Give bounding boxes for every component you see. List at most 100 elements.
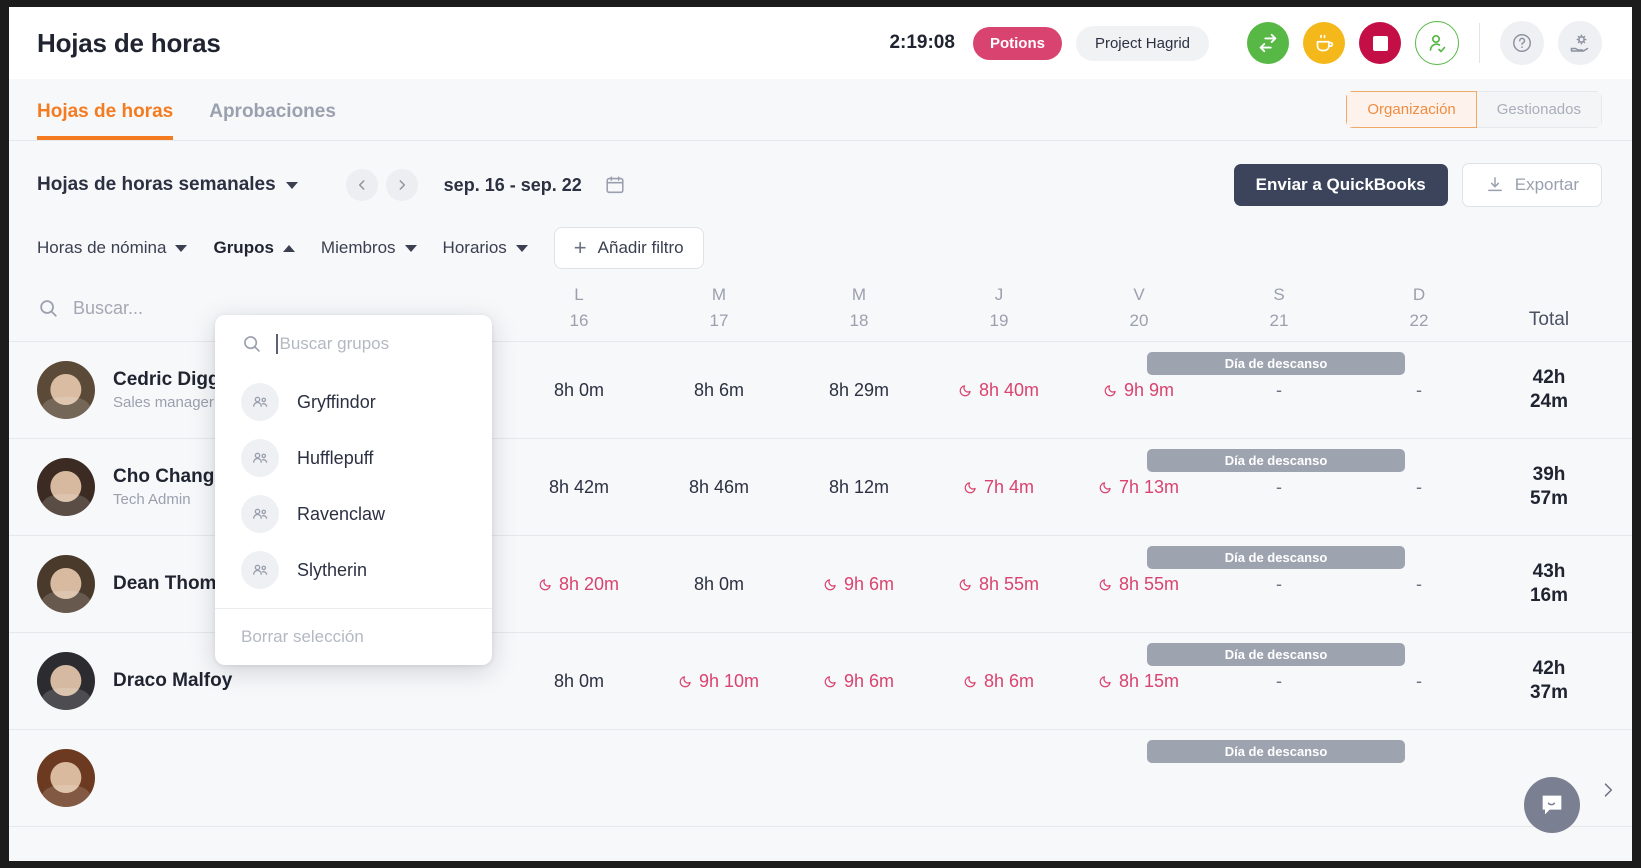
day-cell[interactable]: 8h 20m [509, 574, 649, 595]
overtime-moon-icon [1104, 385, 1116, 397]
day-name: M [711, 285, 727, 304]
hours-value: 8h 0m [553, 379, 605, 400]
day-cell[interactable]: 8h 6m [649, 380, 789, 401]
view-selector[interactable]: Hojas de horas semanales [37, 174, 298, 196]
day-cell[interactable]: 8h 12m [789, 477, 929, 498]
group-option-ravenclaw[interactable]: Ravenclaw [215, 486, 492, 542]
filter-horarios[interactable]: Horarios [443, 238, 528, 258]
day-cell[interactable]: 9h 10m [649, 671, 789, 692]
chevron-right-icon [399, 180, 405, 190]
empty-value: - [1416, 379, 1422, 400]
day-cell[interactable]: 8h 42m [509, 477, 649, 498]
rest-day-badge: Día de descanso [1147, 740, 1405, 763]
prev-week-button[interactable] [345, 169, 378, 201]
break-button[interactable] [1303, 22, 1345, 64]
hours-value: 8h 55m [929, 574, 1069, 595]
hours-value: 7h 4m [929, 477, 1069, 498]
header-divider [1479, 23, 1480, 63]
empty-value: - [1416, 670, 1422, 691]
hours-value: 8h 29m [828, 379, 890, 400]
filter-label: Grupos [213, 238, 274, 257]
send-quickbooks-button[interactable]: Enviar a QuickBooks [1233, 164, 1448, 206]
day-number: 20 [1129, 311, 1149, 330]
day-cell[interactable]: - [1349, 671, 1489, 692]
day-cell[interactable]: - [1209, 574, 1349, 595]
group-option-gryffindor[interactable]: Gryffindor [215, 374, 492, 430]
day-number: 21 [1269, 311, 1289, 330]
hours-value: 9h 10m [649, 671, 789, 692]
day-cell[interactable]: 8h 6m [929, 671, 1069, 692]
add-filter-button[interactable]: + Añadir filtro [553, 227, 704, 269]
group-option-slytherin[interactable]: Slytherin [215, 542, 492, 598]
day-name: D [1412, 285, 1426, 304]
column-header-day: D 22 [1349, 285, 1489, 331]
day-cell[interactable]: - [1349, 477, 1489, 498]
stop-shift-button[interactable] [1359, 22, 1401, 64]
switch-task-button[interactable] [1247, 22, 1289, 64]
overtime-moon-icon [539, 579, 551, 591]
tab-hojas-de-horas[interactable]: Hojas de horas [37, 101, 174, 140]
day-cell[interactable]: - [1209, 380, 1349, 401]
total-hours: 42h 24m [1529, 367, 1569, 412]
avatar [37, 652, 95, 710]
day-cell[interactable]: - [1349, 574, 1489, 595]
avatar [37, 749, 95, 807]
filter-grupos[interactable]: Grupos [213, 238, 295, 258]
day-cell[interactable]: 8h 15m [1069, 671, 1209, 692]
overtime-moon-icon [959, 579, 971, 591]
help-button[interactable] [1500, 21, 1544, 65]
groups-search-input[interactable]: Buscar grupos [215, 315, 492, 370]
column-header-day: J 19 [929, 285, 1069, 331]
group-option-hufflepuff[interactable]: Hufflepuff [215, 430, 492, 486]
filter-miembros[interactable]: Miembros [321, 238, 417, 258]
chat-launcher-button[interactable] [1524, 777, 1580, 833]
day-cell[interactable]: - [1349, 380, 1489, 401]
expand-panel-button[interactable] [1598, 776, 1618, 811]
switch-task-icon [1259, 33, 1277, 53]
next-week-button[interactable] [385, 169, 418, 201]
row-person-cell [9, 749, 509, 807]
search-placeholder: Buscar... [73, 297, 144, 318]
column-header-day: L 16 [509, 285, 649, 331]
group-people-icon [253, 396, 268, 407]
filter-label: Miembros [320, 238, 396, 257]
day-cell[interactable]: 7h 4m [929, 477, 1069, 498]
day-cell[interactable]: 8h 55m [929, 574, 1069, 595]
day-cell[interactable]: 8h 0m [649, 574, 789, 595]
day-cell[interactable]: 8h 55m [1069, 574, 1209, 595]
day-cell[interactable]: 8h 0m [509, 380, 649, 401]
column-header-day: M 18 [789, 285, 929, 331]
text-cursor [276, 333, 278, 354]
day-cell[interactable]: - [1209, 671, 1349, 692]
hours-value: 8h 6m [693, 379, 745, 400]
scope-option-gestionados[interactable]: Gestionados [1476, 91, 1602, 128]
task-tag-badge[interactable]: Potions [972, 26, 1062, 60]
day-cell[interactable]: 8h 40m [929, 380, 1069, 401]
filter-horas-de-nomina[interactable]: Horas de nómina [37, 238, 188, 258]
day-cell[interactable]: - [1209, 477, 1349, 498]
chevron-down-icon [515, 244, 528, 252]
tab-aprobaciones[interactable]: Aprobaciones [209, 101, 336, 140]
table-row[interactable]: Día de descanso [9, 730, 1632, 827]
chevron-down-icon [404, 244, 417, 252]
user-status-button[interactable] [1415, 21, 1459, 65]
day-cell[interactable]: 8h 29m [789, 380, 929, 401]
day-cell[interactable]: 9h 6m [789, 671, 929, 692]
day-cell[interactable]: 9h 6m [789, 574, 929, 595]
hours-value: 8h 0m [693, 573, 745, 594]
day-cell[interactable]: 7h 13m [1069, 477, 1209, 498]
support-settings-button[interactable] [1558, 21, 1602, 65]
clear-selection-button[interactable]: Borrar selección [215, 608, 492, 665]
calendar-picker-button[interactable] [604, 174, 626, 196]
export-button[interactable]: Exportar [1461, 163, 1602, 207]
day-name: J [994, 285, 1004, 304]
day-cell[interactable]: 9h 9m [1069, 380, 1209, 401]
filter-label: Horarios [442, 238, 507, 257]
hours-value: 8h 6m [929, 671, 1069, 692]
date-range-label: sep. 16 - sep. 22 [443, 174, 582, 195]
project-badge[interactable]: Project Hagrid [1075, 25, 1209, 61]
day-cell[interactable]: 8h 0m [509, 671, 649, 692]
scope-option-organizacion[interactable]: Organización [1346, 91, 1477, 128]
day-cell[interactable]: 8h 46m [649, 477, 789, 498]
chevron-up-icon [282, 244, 295, 252]
